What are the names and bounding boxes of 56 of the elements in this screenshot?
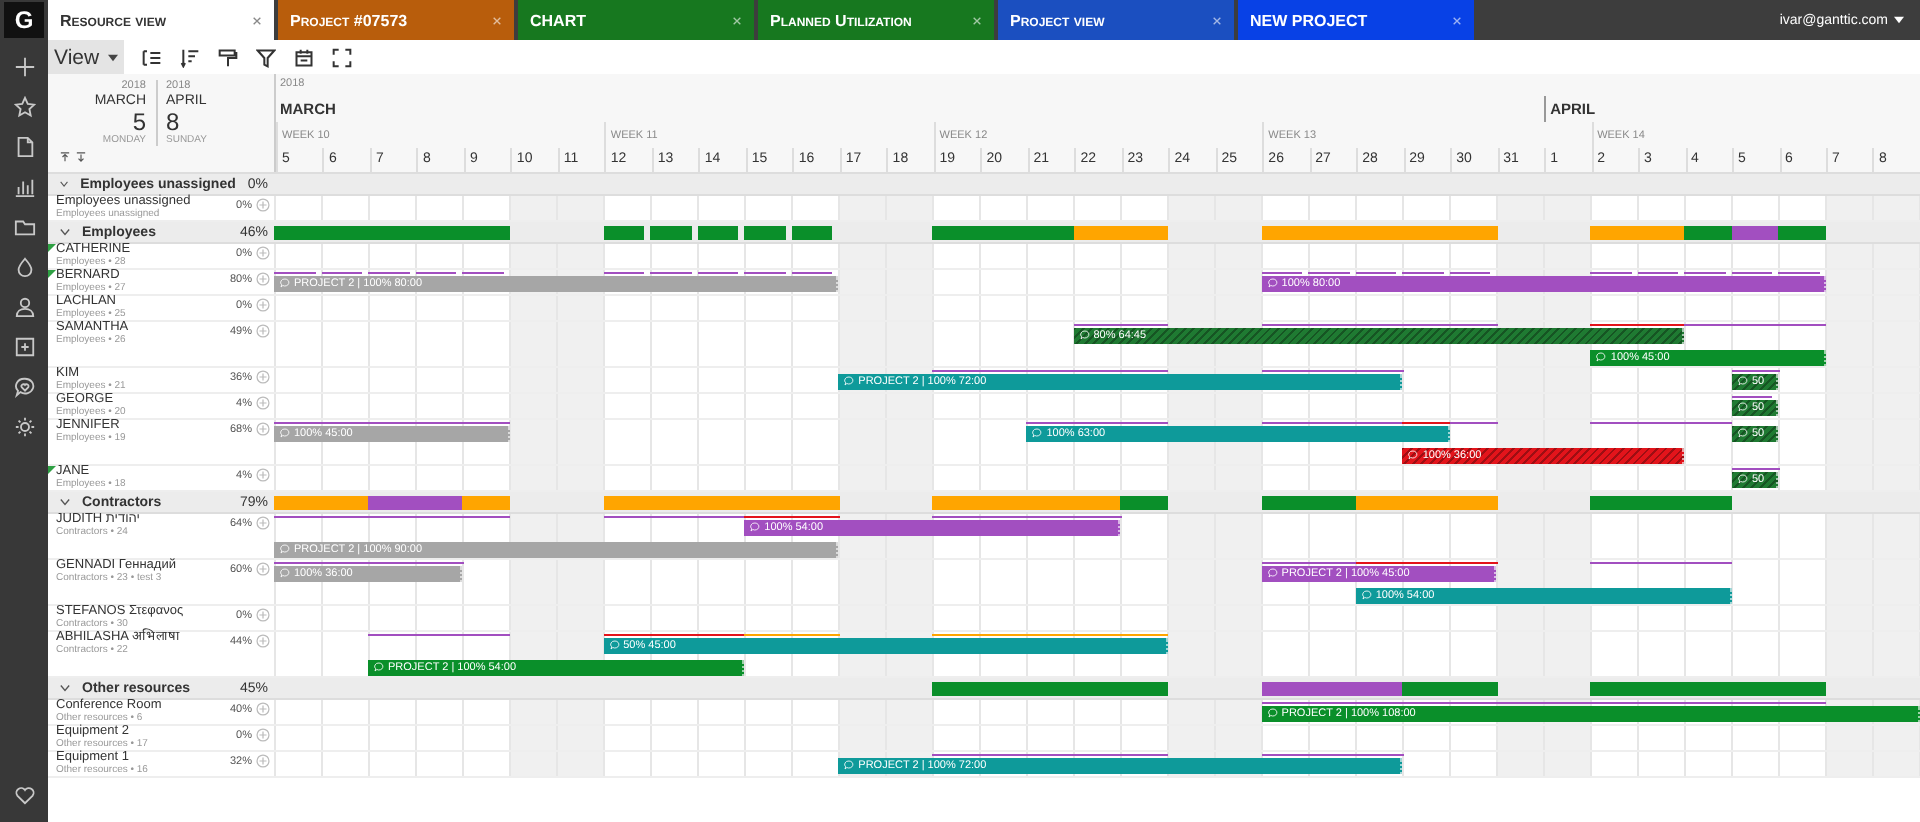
person-icon[interactable] bbox=[13, 296, 35, 318]
speech-bubble-icon bbox=[1737, 402, 1748, 412]
paint-roller-icon[interactable] bbox=[218, 47, 238, 67]
expand-icon[interactable] bbox=[76, 152, 86, 162]
range-day[interactable]: 5 bbox=[132, 110, 146, 134]
document-icon[interactable] bbox=[13, 136, 35, 158]
plus-icon[interactable] bbox=[13, 56, 35, 78]
tab[interactable]: Project #07573 bbox=[278, 0, 514, 40]
indent-list-icon[interactable] bbox=[142, 47, 162, 67]
speech-bubble-icon bbox=[1596, 352, 1607, 362]
tab[interactable]: NEW PROJECT bbox=[1238, 0, 1474, 40]
calendar-icon[interactable] bbox=[294, 47, 314, 67]
speech-bubble-icon bbox=[609, 640, 620, 650]
speech-bubble-icon bbox=[374, 662, 385, 672]
speech-bubble-icon bbox=[844, 760, 855, 770]
speech-bubble-icon bbox=[1737, 474, 1748, 484]
speech-bubble-icon bbox=[1361, 590, 1372, 600]
caret-icon[interactable] bbox=[60, 684, 70, 692]
speech-bubble-icon bbox=[844, 376, 855, 386]
heart-icon[interactable] bbox=[13, 784, 35, 806]
speech-bubble-icon bbox=[1267, 568, 1278, 578]
speech-bubble-icon bbox=[750, 522, 761, 532]
speech-bubble-icon bbox=[1408, 450, 1419, 460]
filter-icon[interactable] bbox=[256, 47, 276, 67]
speech-bubble-icon bbox=[280, 278, 290, 288]
speech-bubble-icon bbox=[280, 428, 290, 438]
tab[interactable]: Planned Utilization bbox=[758, 0, 994, 40]
speech-bubble-icon bbox=[1267, 278, 1278, 288]
view-button[interactable]: View bbox=[48, 40, 124, 74]
tab[interactable]: CHART bbox=[518, 0, 754, 40]
folder-icon[interactable] bbox=[13, 216, 35, 238]
caret-icon[interactable] bbox=[60, 180, 69, 188]
speech-bubble-icon bbox=[1737, 376, 1748, 386]
collapse-icon[interactable] bbox=[60, 152, 70, 162]
speech-heart-icon[interactable] bbox=[13, 376, 35, 398]
speech-bubble-icon bbox=[1737, 428, 1748, 438]
range-day[interactable]: 8 bbox=[166, 110, 180, 134]
bar-chart-icon[interactable] bbox=[13, 176, 35, 198]
fullscreen-icon[interactable] bbox=[332, 47, 352, 67]
caret-icon[interactable] bbox=[60, 498, 70, 506]
tab[interactable]: Project view bbox=[998, 0, 1234, 40]
sort-icon[interactable] bbox=[180, 47, 200, 67]
caret-icon[interactable] bbox=[60, 228, 70, 236]
caret-icon bbox=[1894, 16, 1904, 24]
speech-bubble-icon bbox=[1079, 330, 1090, 340]
star-icon[interactable] bbox=[13, 96, 35, 118]
app-logo[interactable]: G bbox=[4, 2, 44, 38]
caret-icon bbox=[107, 53, 118, 61]
drop-icon[interactable] bbox=[13, 256, 35, 278]
tab[interactable]: Resource view bbox=[48, 0, 274, 40]
close-icon[interactable] bbox=[252, 15, 262, 25]
speech-bubble-icon bbox=[280, 568, 290, 578]
speech-bubble-icon bbox=[280, 544, 290, 554]
speech-bubble-icon bbox=[1267, 708, 1278, 718]
add-box-icon[interactable] bbox=[13, 336, 35, 358]
speech-bubble-icon bbox=[1032, 428, 1043, 438]
